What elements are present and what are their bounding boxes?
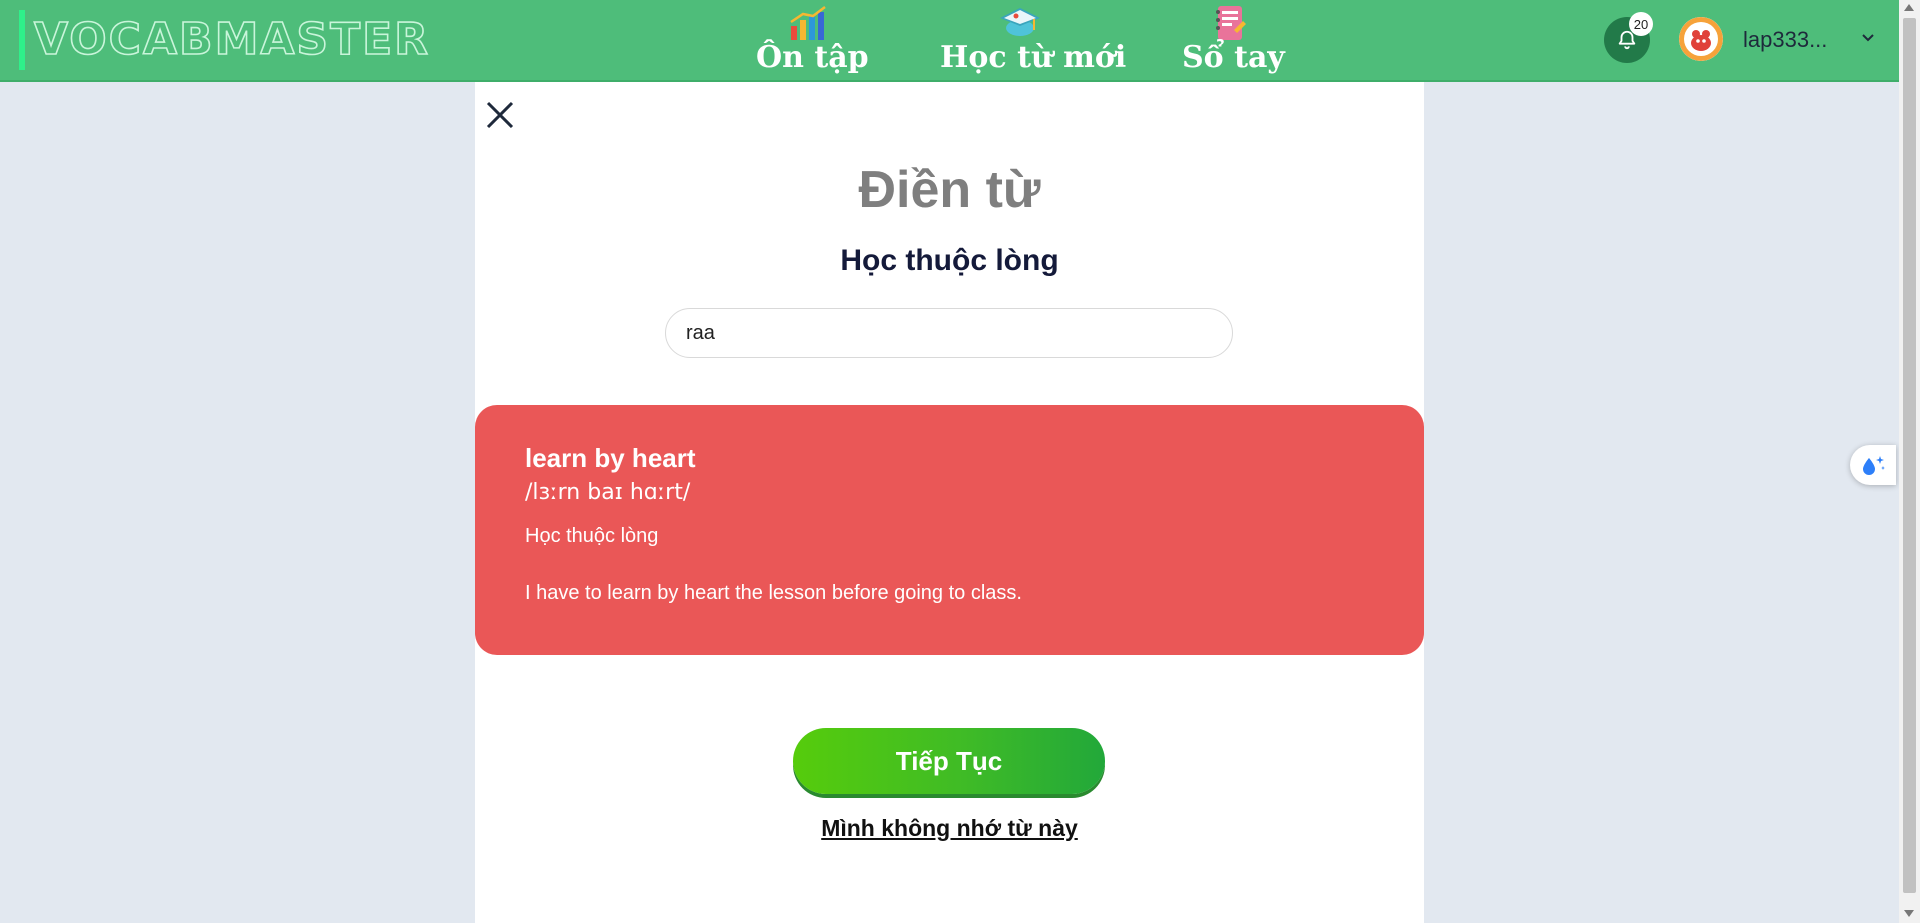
close-icon[interactable] [485,100,515,130]
avatar[interactable] [1679,17,1723,61]
forgot-word-link[interactable]: Mình không nhớ từ này [475,815,1424,842]
top-header: VOCABMASTER Ôn tập Học từ mới Sổ tay 20 … [0,0,1899,82]
phonetic-text: /lɜːrn baɪ hɑːrt/ [525,480,691,505]
nav-review[interactable]: Ôn tập [756,0,869,80]
nav-notebook[interactable]: Sổ tay [1182,0,1285,80]
nav-learn-new[interactable]: Học từ mới [940,0,1127,80]
scroll-up-arrow-icon[interactable] [1904,4,1914,11]
example-sentence: I have to learn by heart the lesson befo… [525,582,1022,604]
answer-input[interactable] [665,308,1233,358]
vocab-word: learn by heart [525,443,696,473]
chevron-down-icon[interactable] [1860,30,1876,46]
nav-learn-new-label: Học từ mới [940,40,1127,75]
scroll-down-arrow-icon[interactable] [1904,910,1914,917]
nav-review-label: Ôn tập [756,40,869,75]
brand-logo[interactable]: VOCABMASTER [33,13,430,66]
brand-accent-bar [19,10,25,70]
nav-notebook-label: Sổ tay [1182,40,1285,75]
page-title: Điền từ [858,161,1041,219]
username[interactable]: lap333... [1743,27,1827,53]
scrollbar-thumb[interactable] [1903,18,1916,893]
bar-chart-icon [790,6,826,40]
floating-helper-button[interactable] [1850,445,1896,485]
graduation-cap-icon [1000,8,1040,36]
notebook-icon [1216,6,1246,40]
avatar-image [1679,17,1723,61]
meaning-text: Học thuộc lòng [525,525,659,547]
prompt-text: Học thuộc lòng [840,244,1059,277]
continue-button[interactable]: Tiếp Tục [793,728,1105,794]
notification-count-badge: 20 [1629,12,1653,36]
result-panel: learn by heart /lɜːrn baɪ hɑːrt/ Học thu… [475,405,1424,655]
droplet-sparkle-icon [1863,456,1885,475]
